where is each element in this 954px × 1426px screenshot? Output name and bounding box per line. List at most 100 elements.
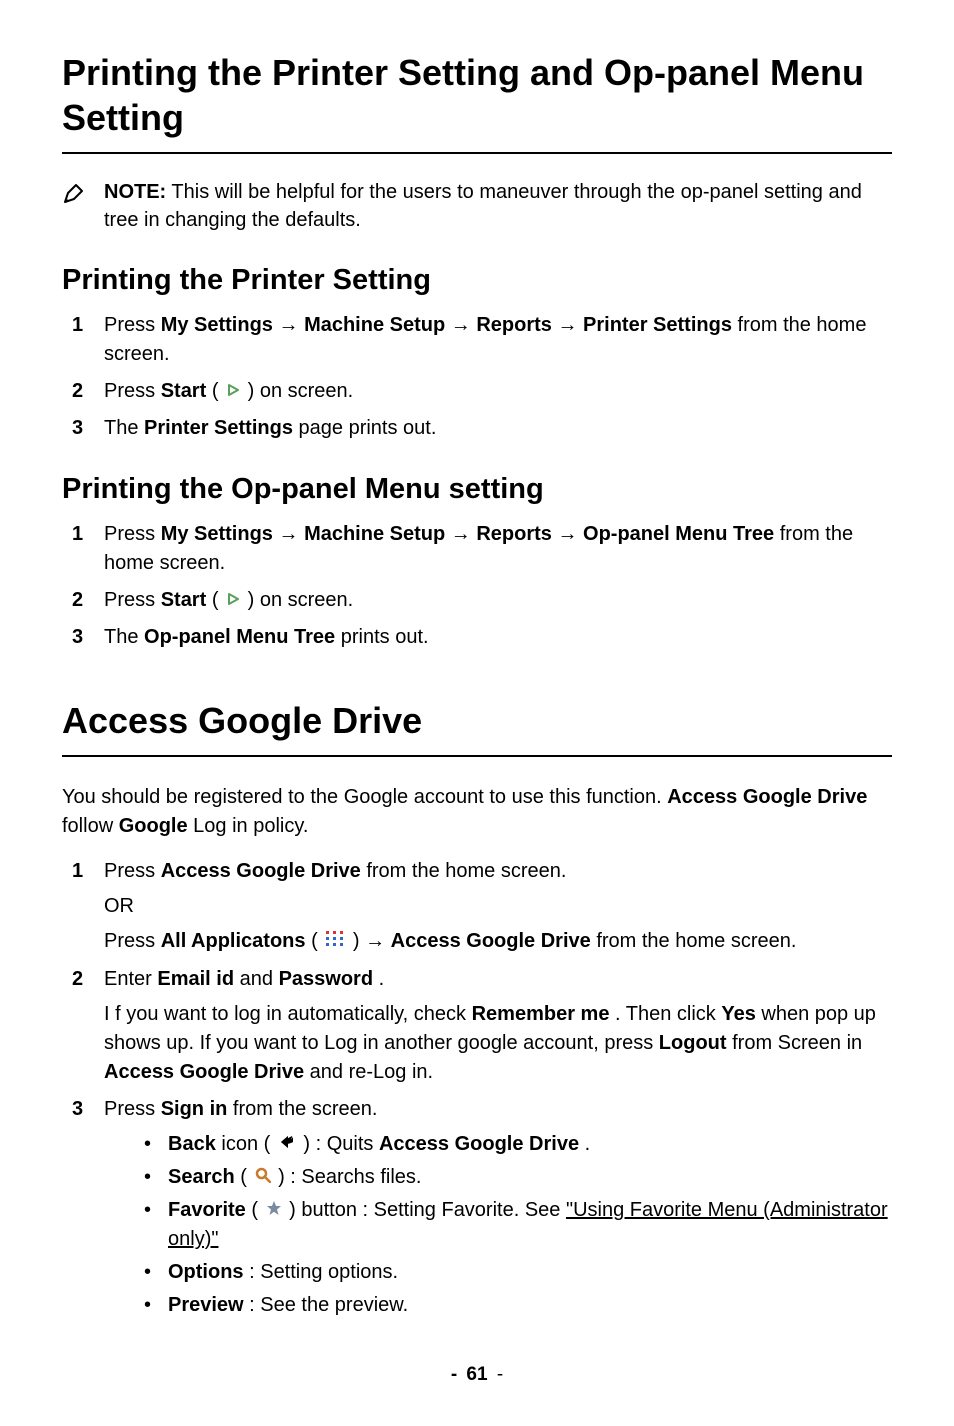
bullet-list: Back icon ( ) : Quits Access Google Driv… — [104, 1130, 892, 1321]
text: Log in policy. — [193, 815, 308, 837]
text: I f you want to log in automatically, ch… — [104, 1003, 472, 1025]
text: page prints out. — [299, 417, 437, 439]
section-heading-op-panel: Printing the Op-panel Menu setting — [62, 473, 892, 506]
bullet-item: Search ( ) : Searchs files. — [104, 1163, 892, 1192]
bold-text: Op-panel Menu Tree — [583, 523, 774, 545]
step-item: Enter Email id and Password . I f you wa… — [62, 965, 892, 1087]
divider — [62, 755, 892, 757]
bold-text: Options — [168, 1261, 244, 1283]
text: from the home screen. — [596, 930, 796, 952]
bold-text: Logout — [659, 1032, 727, 1054]
alt-path: Press All Applicatons ( ) → Access Googl… — [104, 927, 892, 956]
page-title-1: Printing the Printer Setting and Op-pane… — [62, 50, 892, 140]
bullet-item: Back icon ( ) : Quits Access Google Driv… — [104, 1130, 892, 1159]
step-item: Press Start ( ) on screen. — [62, 586, 892, 615]
arrow-icon: → — [279, 311, 299, 340]
text: You should be registered to the Google a… — [62, 786, 667, 808]
bold-text: Google — [119, 815, 188, 837]
text: . — [585, 1133, 591, 1155]
bullet-item: Favorite ( ) button : Setting Favorite. … — [104, 1196, 892, 1254]
steps-list: Press Access Google Drive from the home … — [62, 857, 892, 1320]
bold-text: Printer Settings — [144, 417, 293, 439]
sub-paragraph: I f you want to log in automatically, ch… — [104, 1000, 892, 1087]
text: Press — [104, 860, 161, 882]
dash: - — [497, 1364, 503, 1385]
bold-text: Machine Setup — [304, 314, 445, 336]
document-page: Printing the Printer Setting and Op-pane… — [0, 0, 954, 1426]
arrow-icon: → — [557, 520, 577, 549]
text: ( — [212, 380, 219, 402]
pencil-icon — [62, 181, 86, 210]
page-number: - 61 - — [62, 1364, 892, 1386]
text: ( — [251, 1199, 263, 1221]
page-title-2: Access Google Drive — [62, 698, 892, 743]
bold-text: Machine Setup — [304, 523, 445, 545]
text: Press — [104, 380, 161, 402]
text: icon ( — [221, 1133, 270, 1155]
bold-text: Access Google Drive — [391, 930, 591, 952]
text: Press — [104, 1098, 161, 1120]
bold-text: Preview — [168, 1294, 244, 1316]
bold-text: Start — [161, 380, 207, 402]
bold-text: Password — [279, 968, 373, 990]
step-item: Press Start ( ) on screen. — [62, 377, 892, 406]
text: ) — [353, 930, 365, 952]
text: from the home screen. — [366, 860, 566, 882]
note-body: This will be helpful for the users to ma… — [104, 181, 862, 231]
bold-text: Op-panel Menu Tree — [144, 626, 335, 648]
star-icon — [266, 1196, 282, 1225]
steps-list: Press My Settings → Machine Setup → Repo… — [62, 311, 892, 443]
text: : See the preview. — [249, 1294, 408, 1316]
bold-text: Printer Settings — [583, 314, 732, 336]
arrow-icon: → — [279, 520, 299, 549]
text: ) on screen. — [248, 380, 354, 402]
text: from the screen. — [233, 1098, 378, 1120]
bold-text: Favorite — [168, 1199, 246, 1221]
bold-text: Back — [168, 1133, 216, 1155]
section-block: Access Google Drive — [62, 698, 892, 757]
step-item: Press My Settings → Machine Setup → Repo… — [62, 311, 892, 369]
arrow-icon: → — [451, 311, 471, 340]
bold-text: Sign in — [161, 1098, 228, 1120]
step-item: Press Access Google Drive from the home … — [62, 857, 892, 956]
note-block: NOTE: This will be helpful for the users… — [62, 178, 892, 234]
arrow-icon: → — [451, 520, 471, 549]
text: ( — [240, 1166, 252, 1188]
text: Press — [104, 930, 161, 952]
apps-grid-icon — [325, 928, 345, 957]
bold-text: Yes — [721, 1003, 755, 1025]
play-icon — [226, 377, 240, 406]
bold-text: Reports — [476, 523, 552, 545]
step-item: The Op-panel Menu Tree prints out. — [62, 623, 892, 652]
bold-text: Access Google Drive — [379, 1133, 579, 1155]
bold-text: Start — [161, 589, 207, 611]
text: The — [104, 417, 144, 439]
text: ( — [212, 589, 219, 611]
bold-text: Access Google Drive — [667, 786, 867, 808]
search-icon — [255, 1163, 271, 1192]
text: and re-Log in. — [310, 1061, 433, 1083]
text: Press — [104, 589, 161, 611]
section-heading-printer-setting: Printing the Printer Setting — [62, 264, 892, 297]
arrow-icon: → — [557, 311, 577, 340]
bold-text: Remember me — [472, 1003, 610, 1025]
bold-text: Access Google Drive — [104, 1061, 304, 1083]
bullet-item: Preview : See the preview. — [104, 1291, 892, 1320]
text: . — [379, 968, 385, 990]
text: The — [104, 626, 144, 648]
text: : Setting options. — [249, 1261, 398, 1283]
step-item: Press My Settings → Machine Setup → Repo… — [62, 520, 892, 578]
play-icon — [226, 586, 240, 615]
bold-text: My Settings — [161, 314, 273, 336]
bold-text: Reports — [476, 314, 552, 336]
text: Enter — [104, 968, 157, 990]
step-item: Press Sign in from the screen. Back icon… — [62, 1095, 892, 1321]
text: prints out. — [341, 626, 429, 648]
text: ) : Searchs files. — [278, 1166, 421, 1188]
text: . Then click — [615, 1003, 721, 1025]
steps-list: Press My Settings → Machine Setup → Repo… — [62, 520, 892, 652]
text: Press — [104, 523, 161, 545]
step-item: The Printer Settings page prints out. — [62, 414, 892, 443]
bold-text: My Settings — [161, 523, 273, 545]
text: from Screen in — [732, 1032, 862, 1054]
